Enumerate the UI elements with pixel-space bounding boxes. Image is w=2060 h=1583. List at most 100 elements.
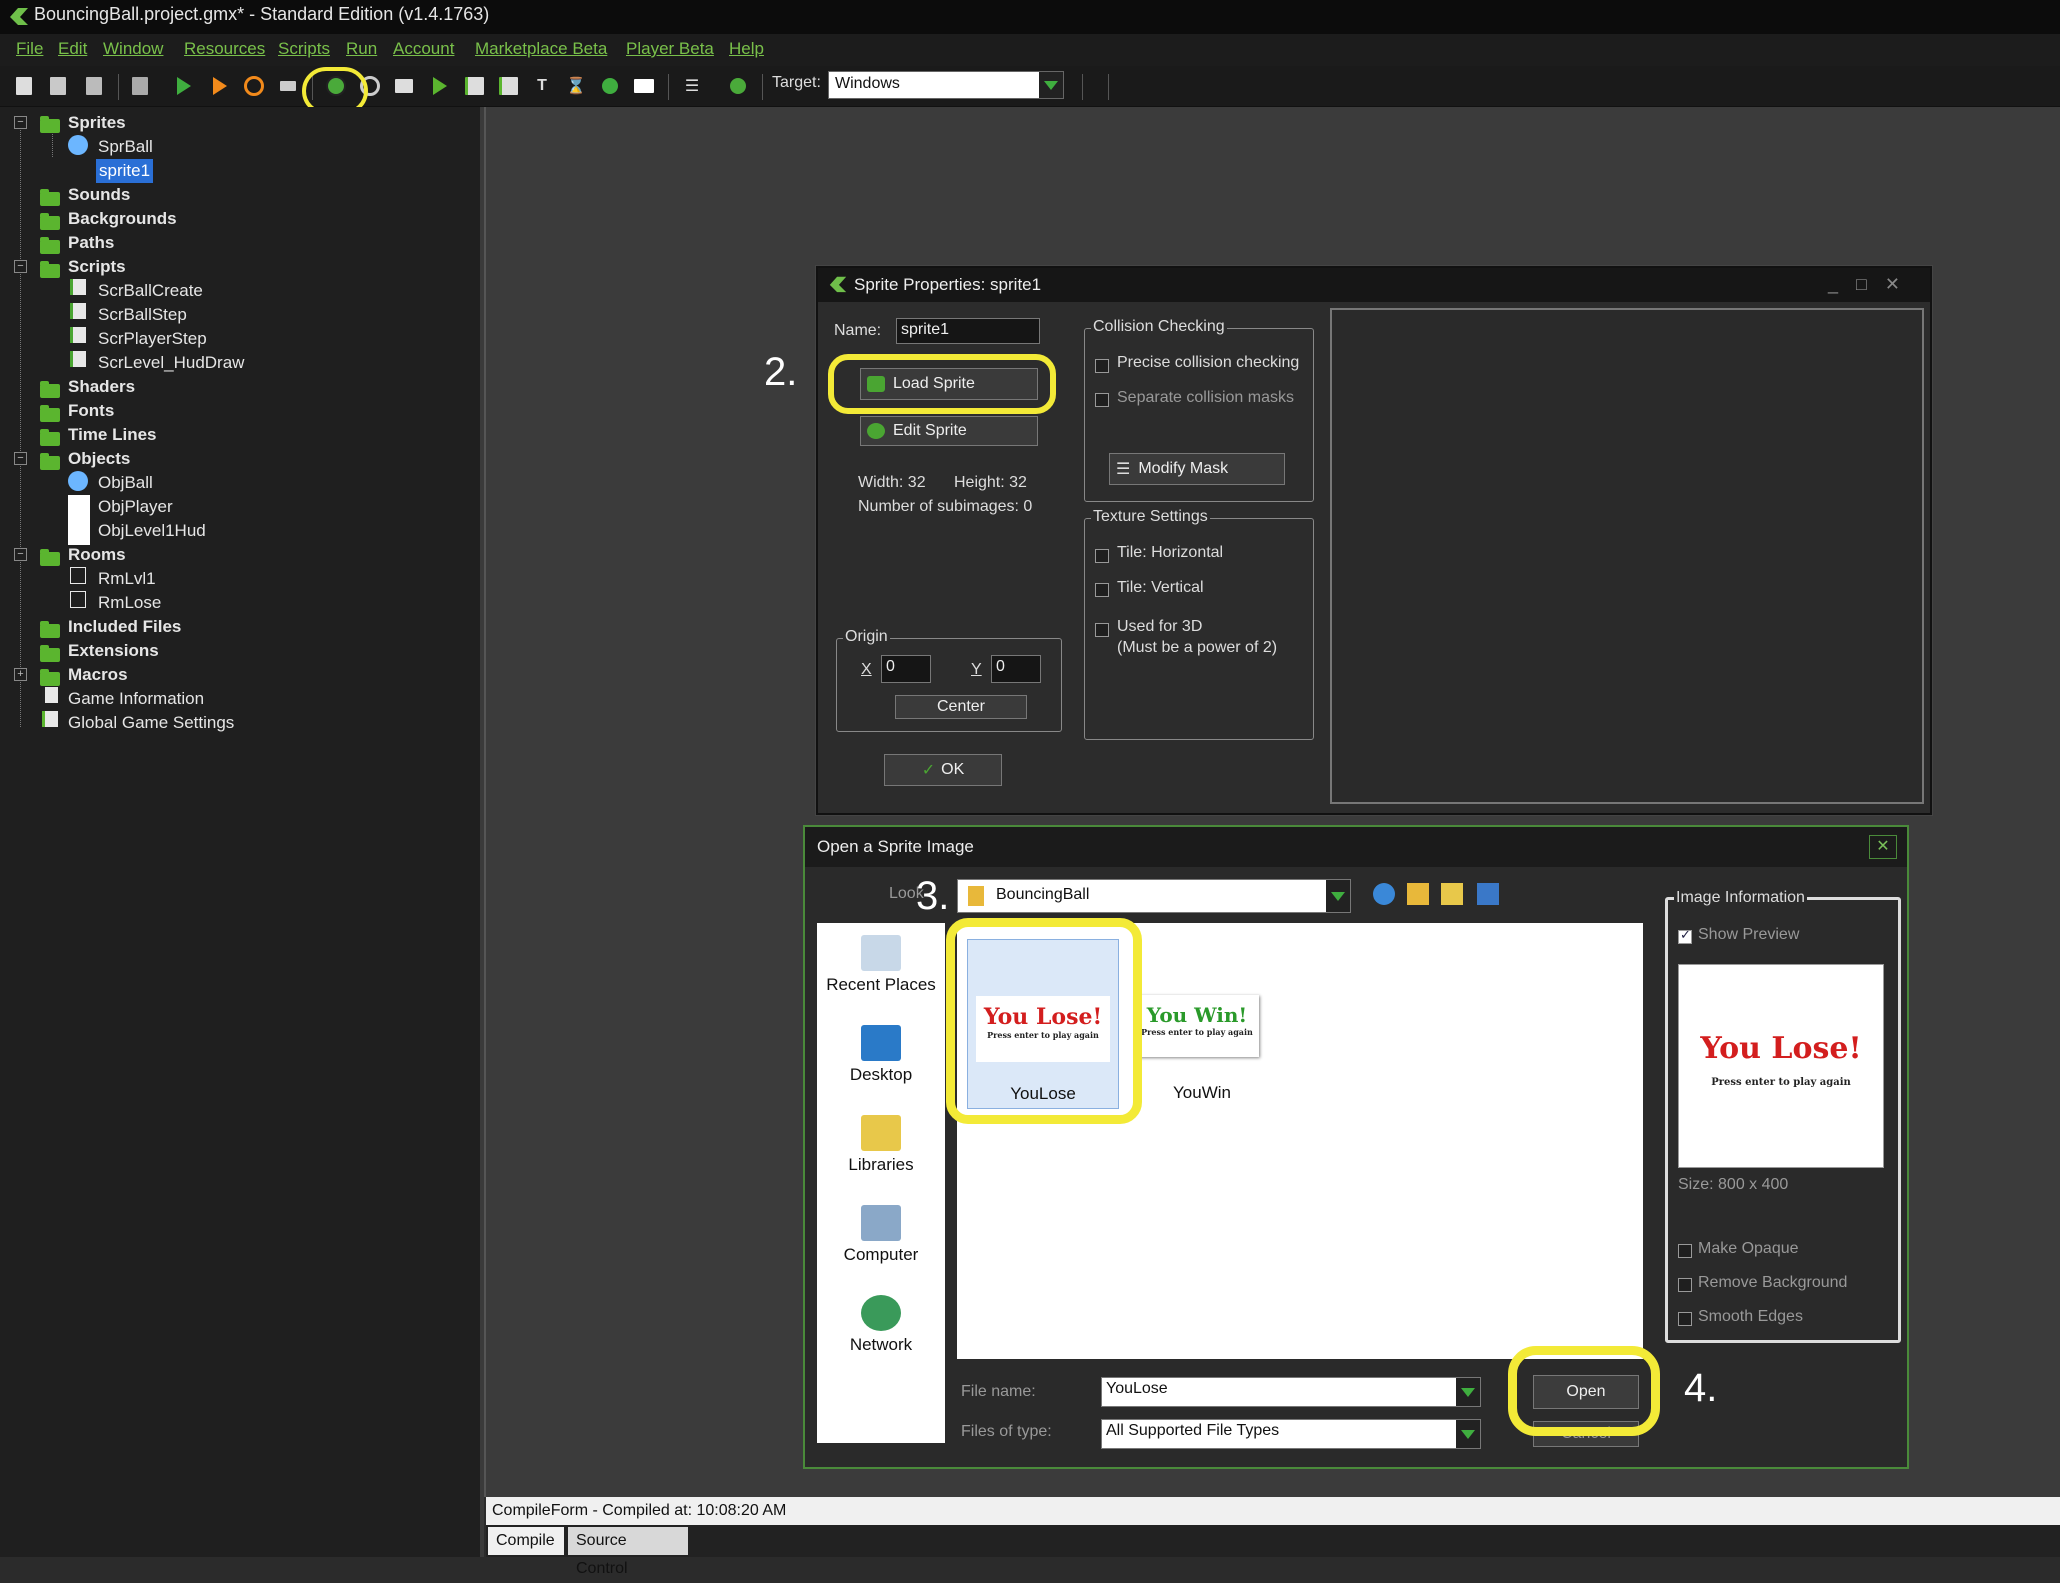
files-of-type-select[interactable]: All Supported File Types — [1101, 1419, 1481, 1449]
collapse-icon[interactable]: − — [14, 548, 27, 561]
make-opaque-checkbox[interactable] — [1678, 1244, 1692, 1258]
compile-status-text: CompileForm - Compiled at: 10:08:20 AM — [492, 1502, 787, 1519]
create-font-icon[interactable]: T — [530, 74, 554, 98]
create-room-icon[interactable] — [632, 74, 656, 98]
tab-compile[interactable]: Compile — [488, 1527, 564, 1555]
remove-bg-checkbox[interactable] — [1678, 1278, 1692, 1292]
create-shader-icon[interactable] — [496, 74, 520, 98]
tree-macros[interactable]: Macros — [68, 663, 128, 687]
collapse-icon[interactable]: − — [14, 116, 27, 129]
tree-object-item[interactable]: ObjPlayer — [98, 495, 173, 519]
tree-rooms[interactable]: Rooms — [68, 543, 126, 567]
tree-included-files[interactable]: Included Files — [68, 615, 181, 639]
tree-scripts[interactable]: Scripts — [68, 255, 126, 279]
precise-label: Precise collision checking — [1117, 354, 1300, 371]
place-desktop[interactable]: Desktop — [817, 1025, 945, 1085]
show-preview-checkbox[interactable] — [1678, 927, 1692, 944]
new-project-icon[interactable] — [12, 74, 36, 98]
center-button[interactable]: Center — [895, 695, 1027, 719]
game-settings-icon[interactable]: ☰ — [680, 74, 704, 98]
chevron-down-icon[interactable] — [1039, 72, 1063, 98]
collapse-icon[interactable]: − — [14, 260, 27, 273]
ok-button[interactable]: ✓ OK — [884, 754, 1002, 786]
save-project-icon[interactable] — [82, 74, 106, 98]
tree-room-item[interactable]: RmLvl1 — [98, 567, 156, 591]
place-computer[interactable]: Computer — [817, 1205, 945, 1265]
create-background-icon[interactable] — [392, 74, 416, 98]
menu-account[interactable]: Account — [393, 39, 454, 59]
chevron-down-icon[interactable] — [1326, 880, 1350, 912]
tree-spr-ball[interactable]: SprBall — [98, 135, 153, 159]
menu-help[interactable]: Help — [729, 39, 764, 59]
window-controls[interactable]: _□✕ — [1828, 274, 1918, 295]
tab-source-control[interactable]: Source Control — [568, 1527, 688, 1577]
create-timeline-icon[interactable]: ⌛ — [564, 74, 588, 98]
tree-paths[interactable]: Paths — [68, 231, 114, 255]
view-menu-icon[interactable] — [1477, 883, 1499, 905]
used3d-checkbox[interactable] — [1095, 623, 1109, 637]
tree-extensions[interactable]: Extensions — [68, 639, 159, 663]
tree-timelines[interactable]: Time Lines — [68, 423, 157, 447]
back-icon[interactable] — [1373, 883, 1395, 905]
separate-checkbox[interactable] — [1095, 393, 1109, 407]
place-network[interactable]: Network — [817, 1295, 945, 1355]
name-field[interactable]: sprite1 — [896, 318, 1040, 344]
menu-window[interactable]: Window — [103, 39, 163, 59]
tree-script-item[interactable]: ScrLevel_HudDraw — [98, 351, 244, 375]
close-icon[interactable]: ✕ — [1869, 835, 1897, 859]
place-recent[interactable]: Recent Places — [817, 935, 945, 995]
file-item-youwin[interactable]: You Win! Press enter to play again YouWi… — [1127, 939, 1277, 1107]
tree-sounds[interactable]: Sounds — [68, 183, 130, 207]
precise-checkbox[interactable] — [1095, 359, 1109, 373]
tree-script-item[interactable]: ScrBallStep — [98, 303, 187, 327]
tree-backgrounds[interactable]: Backgrounds — [68, 207, 177, 231]
chevron-down-icon[interactable] — [1456, 1378, 1480, 1406]
modify-mask-button[interactable]: ☰ Modify Mask — [1109, 453, 1285, 485]
edit-sprite-button[interactable]: Edit Sprite — [860, 416, 1038, 446]
create-object-icon[interactable] — [598, 74, 622, 98]
menu-run[interactable]: Run — [346, 39, 377, 59]
tree-script-item[interactable]: ScrPlayerStep — [98, 327, 207, 351]
up-folder-icon[interactable] — [1407, 883, 1429, 905]
gamemaker-logo-icon — [10, 8, 28, 25]
tree-object-item[interactable]: ObjLevel1Hud — [98, 519, 206, 543]
file-name-input[interactable]: YouLose — [1101, 1377, 1481, 1407]
create-path-icon[interactable] — [428, 74, 452, 98]
create-script-icon[interactable] — [462, 74, 486, 98]
expand-icon[interactable]: + — [14, 668, 27, 681]
tree-script-item[interactable]: ScrBallCreate — [98, 279, 203, 303]
open-project-icon[interactable] — [46, 74, 70, 98]
tree-fonts[interactable]: Fonts — [68, 399, 114, 423]
menu-player[interactable]: Player Beta — [626, 39, 714, 59]
tree-object-item[interactable]: ObjBall — [98, 471, 153, 495]
origin-x-field[interactable]: 0 — [881, 655, 931, 683]
chevron-down-icon[interactable] — [1456, 1420, 1480, 1448]
create-executable-icon[interactable] — [128, 74, 152, 98]
collapse-icon[interactable]: − — [14, 452, 27, 465]
place-libraries[interactable]: Libraries — [817, 1115, 945, 1175]
tile-v-checkbox[interactable] — [1095, 583, 1109, 597]
run-icon[interactable] — [172, 74, 196, 98]
menu-marketplace[interactable]: Marketplace Beta — [475, 39, 607, 59]
debug-icon[interactable] — [208, 74, 232, 98]
tree-game-information[interactable]: Game Information — [68, 687, 204, 711]
help-icon[interactable] — [726, 74, 750, 98]
clean-icon[interactable] — [276, 74, 300, 98]
smooth-edges-checkbox[interactable] — [1678, 1312, 1692, 1326]
look-in-select[interactable]: BouncingBall — [957, 879, 1351, 913]
tree-global-game-settings[interactable]: Global Game Settings — [68, 711, 234, 735]
tree-shaders[interactable]: Shaders — [68, 375, 135, 399]
new-folder-icon[interactable] — [1441, 883, 1463, 905]
menu-resources[interactable]: Resources — [184, 39, 265, 59]
target-select[interactable]: Windows — [828, 71, 1064, 99]
origin-y-field[interactable]: 0 — [991, 655, 1041, 683]
menu-edit[interactable]: Edit — [58, 39, 87, 59]
tree-sprite1[interactable]: sprite1 — [96, 159, 154, 183]
menu-file[interactable]: File — [16, 39, 43, 59]
tile-h-checkbox[interactable] — [1095, 549, 1109, 563]
stop-icon[interactable] — [242, 74, 266, 98]
tree-objects[interactable]: Objects — [68, 447, 130, 471]
tree-room-item[interactable]: RmLose — [98, 591, 161, 615]
tree-sprites[interactable]: Sprites — [68, 111, 126, 135]
menu-scripts[interactable]: Scripts — [278, 39, 330, 59]
